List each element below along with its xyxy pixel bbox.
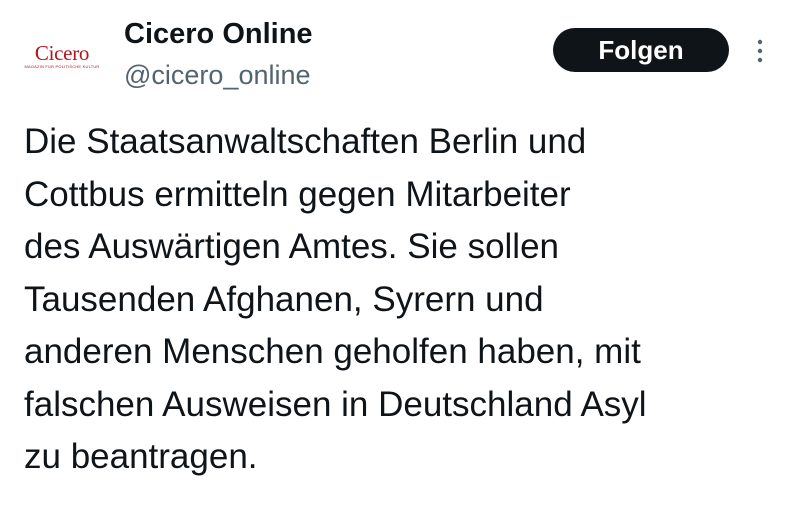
avatar-tagline: MAGAZIN FÜR POLITISCHE KULTUR xyxy=(24,64,100,69)
author-handle[interactable]: @cicero_online xyxy=(124,58,311,92)
author-display-name[interactable]: Cicero Online xyxy=(124,16,313,52)
avatar[interactable]: Cicero MAGAZIN FÜR POLITISCHE KULTUR xyxy=(14,14,110,98)
tweet-card: Cicero MAGAZIN FÜR POLITISCHE KULTUR Cic… xyxy=(0,0,800,515)
follow-button[interactable]: Folgen xyxy=(553,28,729,72)
avatar-logo-text: Cicero xyxy=(34,41,90,65)
more-vertical-icon[interactable] xyxy=(750,36,770,66)
tweet-text: Die Staatsanwaltschaften Berlin und Cott… xyxy=(24,122,647,476)
